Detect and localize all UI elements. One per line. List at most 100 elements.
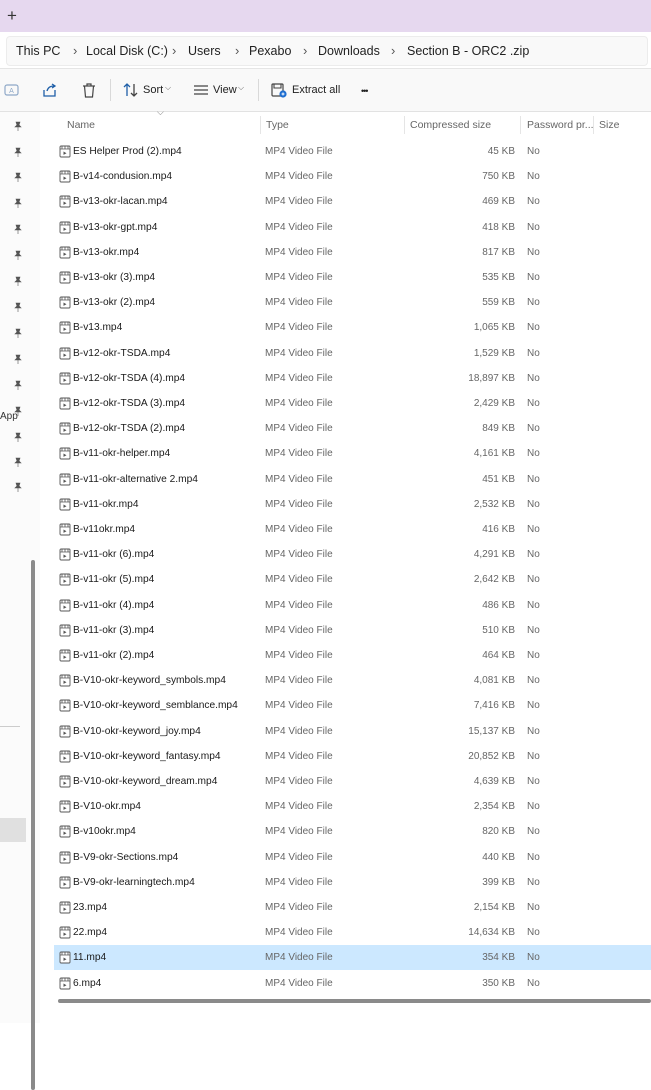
more-icon[interactable]: •••	[361, 83, 369, 99]
chevron-right-icon[interactable]: ›	[172, 37, 176, 65]
nav-scrollbar[interactable]	[31, 560, 35, 1090]
breadcrumb-this-pc[interactable]: This PC	[16, 37, 60, 65]
column-divider[interactable]	[593, 116, 594, 134]
column-divider[interactable]	[404, 116, 405, 134]
file-row[interactable]: B-v11-okr (3).mp4 MP4 Video File 510 KB No	[54, 618, 651, 643]
file-row[interactable]: B-V10-okr-keyword_dream.mp4 MP4 Video Fil…	[54, 769, 651, 794]
pin-icon[interactable]	[13, 380, 23, 390]
video-file-icon	[59, 725, 71, 738]
file-row[interactable]: B-V9-okr-Sections.mp4 MP4 Video File 440 K…	[54, 845, 651, 870]
file-row[interactable]: B-v11-okr-alternative 2.mp4 MP4 Video Fil…	[54, 467, 651, 492]
file-row[interactable]: B-v13-okr.mp4 MP4 Video File 817 KB No	[54, 240, 651, 265]
pin-icon[interactable]	[13, 224, 23, 234]
file-row[interactable]: B-v11-okr-helper.mp4 MP4 Video File 4,161 …	[54, 441, 651, 466]
file-password-protected: No	[527, 272, 540, 283]
chevron-down-icon[interactable]: ⌵	[238, 83, 244, 93]
file-name: B-v12-okr-TSDA (4).mp4	[73, 372, 186, 384]
file-row[interactable]: 23.mp4 MP4 Video File 2,154 KB No	[54, 895, 651, 920]
rename-icon[interactable]: A	[3, 81, 21, 99]
file-row[interactable]: B-v11-okr (5).mp4 MP4 Video File 2,642 KB N…	[54, 567, 651, 592]
file-row[interactable]: 6.mp4 MP4 Video File 350 KB No	[54, 971, 651, 996]
sort-button-label[interactable]: Sort	[143, 82, 163, 98]
column-divider[interactable]	[260, 116, 261, 134]
pin-icon[interactable]	[13, 354, 23, 364]
file-row[interactable]: B-v12-okr-TSDA (2).mp4 MP4 Video File 849 …	[54, 416, 651, 441]
file-row[interactable]: ES Helper Prod (2).mp4 MP4 Video File 45 K…	[54, 139, 651, 164]
pin-icon[interactable]	[13, 457, 23, 467]
video-file-icon	[59, 271, 71, 284]
column-header-row: ⌵ Name Type Compressed size Password pr.…	[40, 107, 651, 138]
breadcrumb-current-zip[interactable]: Section B - ORC2 .zip	[407, 37, 529, 65]
file-row[interactable]: B-V10-okr-keyword_symbols.mp4 MP4 Video F…	[54, 668, 651, 693]
video-file-icon	[59, 372, 71, 385]
file-row[interactable]: B-v12-okr-TSDA (4).mp4 MP4 Video File 18,8…	[54, 366, 651, 391]
column-divider[interactable]	[520, 116, 521, 134]
file-type: MP4 Video File	[265, 398, 333, 409]
pin-icon[interactable]	[13, 406, 23, 416]
column-header-type[interactable]: Type	[266, 112, 289, 138]
pin-icon[interactable]	[13, 432, 23, 442]
file-row[interactable]: B-V10-okr.mp4 MP4 Video File 2,354 KB No	[54, 794, 651, 819]
file-row[interactable]: B-v11okr.mp4 MP4 Video File 416 KB No	[54, 517, 651, 542]
chevron-right-icon[interactable]: ›	[391, 37, 395, 65]
file-row[interactable]: B-v13-okr (3).mp4 MP4 Video File 535 KB No	[54, 265, 651, 290]
delete-icon[interactable]	[80, 81, 98, 99]
file-type: MP4 Video File	[265, 297, 333, 309]
view-button-label[interactable]: View	[213, 82, 237, 98]
file-password-protected: No	[527, 826, 540, 838]
file-row[interactable]: B-v11-okr (2).mp4 MP4 Video File 464 KB No	[54, 643, 651, 668]
file-row[interactable]: B-v13-okr-lacan.mp4 MP4 Video File 469 KB N…	[54, 189, 651, 214]
chevron-right-icon[interactable]: ›	[235, 37, 239, 65]
file-row[interactable]: B-V10-okr-keyword_fantasy.mp4 MP4 Video F…	[54, 744, 651, 769]
file-row[interactable]: B-v11-okr (6).mp4 MP4 Video File 4,291 KB N…	[54, 542, 651, 567]
pin-icon[interactable]	[13, 250, 23, 260]
column-header-compressed-size[interactable]: Compressed size	[410, 112, 491, 138]
extract-all-button[interactable]: Extract all	[292, 82, 340, 98]
nav-item-selected[interactable]	[0, 818, 26, 842]
chevron-right-icon[interactable]: ›	[303, 37, 307, 65]
breadcrumb-pexabo[interactable]: Pexabo	[249, 37, 291, 65]
extract-icon[interactable]	[270, 81, 288, 99]
video-file-icon	[59, 977, 71, 990]
file-row[interactable]: B-v13-okr (2).mp4 MP4 Video File 559 KB No	[54, 290, 651, 315]
new-tab-button[interactable]: +	[4, 5, 20, 27]
breadcrumb-local-disk[interactable]: Local Disk (C:)	[86, 37, 168, 65]
pin-icon[interactable]	[13, 328, 23, 338]
file-name: B-v14-condusion.mp4	[73, 171, 173, 183]
address-bar[interactable]: This PC › Local Disk (C:) › Users › Pexa…	[6, 36, 648, 66]
file-row[interactable]: B-v13.mp4 MP4 Video File 1,065 KB No	[54, 315, 651, 340]
pin-icon[interactable]	[13, 482, 23, 492]
file-row[interactable]: B-V10-okr-keyword_joy.mp4 MP4 Video File 1…	[54, 719, 651, 744]
file-type: MP4 Video File	[265, 549, 333, 561]
file-row[interactable]: B-v12-okr-TSDA.mp4 MP4 Video File 1,529 KB…	[54, 341, 651, 366]
pin-icon[interactable]	[13, 276, 23, 286]
horizontal-scrollbar[interactable]	[58, 999, 651, 1003]
share-icon[interactable]	[41, 81, 59, 99]
column-header-password[interactable]: Password pr...	[527, 112, 593, 138]
view-icon[interactable]	[192, 81, 210, 99]
pin-icon[interactable]	[13, 121, 23, 131]
tab-strip: +	[0, 0, 651, 32]
file-row[interactable]: B-v10okr.mp4 MP4 Video File 820 KB No	[54, 819, 651, 844]
file-row[interactable]: B-v13-okr-gpt.mp4 MP4 Video File 418 KB No	[54, 215, 651, 240]
pin-icon[interactable]	[13, 172, 23, 182]
pin-icon[interactable]	[13, 302, 23, 312]
pin-icon[interactable]	[13, 198, 23, 208]
column-header-size[interactable]: Size	[599, 112, 619, 138]
chevron-down-icon[interactable]: ⌵	[165, 83, 171, 93]
video-file-icon	[59, 397, 71, 410]
file-row[interactable]: B-v12-okr-TSDA (3).mp4 MP4 Video File 2,42…	[54, 391, 651, 416]
file-row[interactable]: 22.mp4 MP4 Video File 14,634 KB No	[54, 920, 651, 945]
file-row[interactable]: B-V9-okr-learningtech.mp4 MP4 Video File 3…	[54, 870, 651, 895]
pin-icon[interactable]	[13, 147, 23, 157]
sort-icon[interactable]	[122, 81, 140, 99]
file-row[interactable]: B-v11-okr (4).mp4 MP4 Video File 486 KB No	[54, 593, 651, 618]
breadcrumb-downloads[interactable]: Downloads	[318, 37, 380, 65]
file-row[interactable]: B-V10-okr-keyword_semblance.mp4 MP4 Video…	[54, 693, 651, 718]
file-row[interactable]: 11.mp4 MP4 Video File 354 KB No	[54, 945, 651, 971]
file-row[interactable]: B-v11-okr.mp4 MP4 Video File 2,532 KB No	[54, 492, 651, 517]
breadcrumb-users[interactable]: Users	[188, 37, 221, 65]
chevron-right-icon[interactable]: ›	[73, 37, 77, 65]
file-row[interactable]: B-v14-condusion.mp4 MP4 Video File 750 KB N…	[54, 164, 651, 189]
column-header-name[interactable]: Name	[67, 112, 95, 138]
